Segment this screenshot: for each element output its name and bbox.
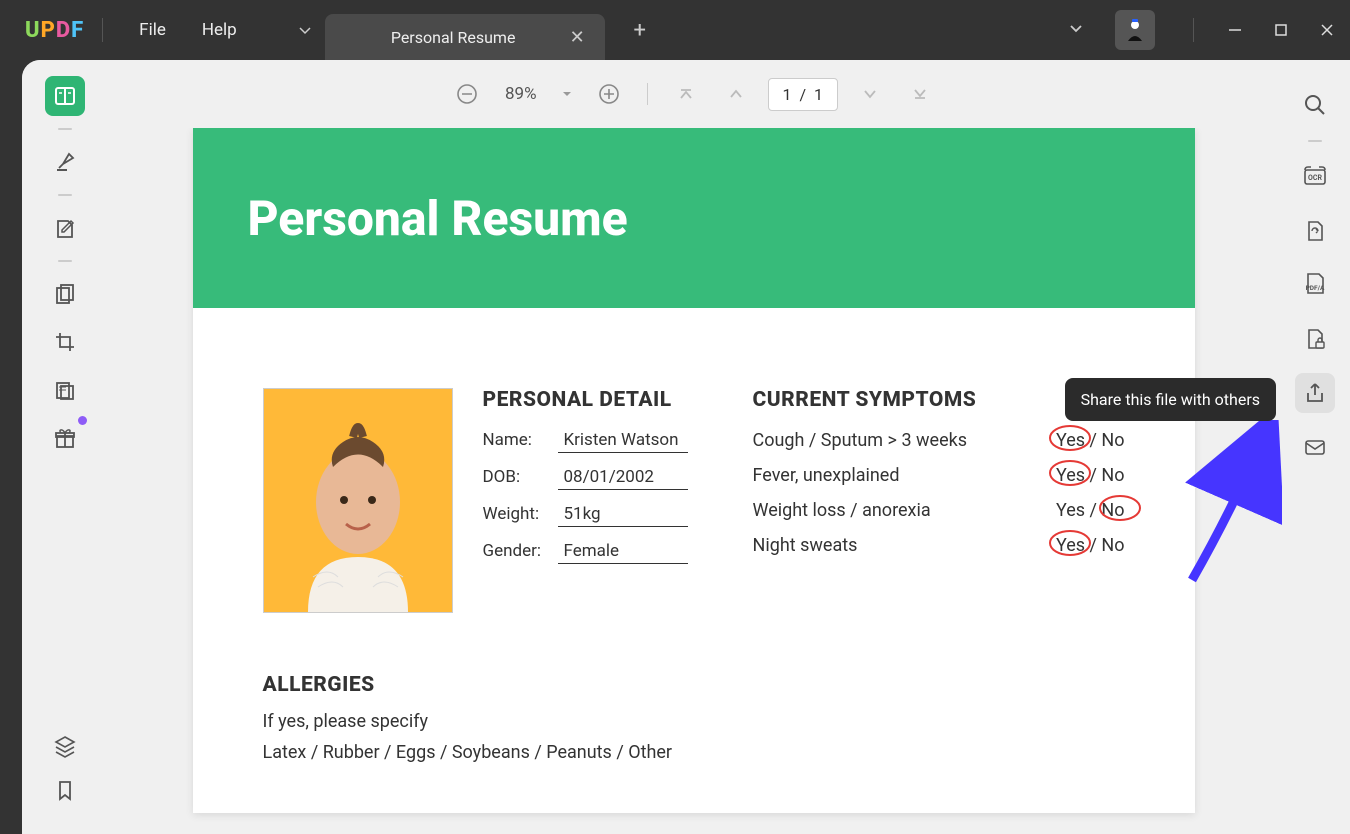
yes-no: Yes / No bbox=[1056, 430, 1125, 451]
separator bbox=[58, 128, 72, 130]
page-indicator[interactable]: 1 / 1 bbox=[768, 78, 838, 111]
first-page-button[interactable] bbox=[668, 76, 704, 112]
personal-detail-section: PERSONAL DETAIL Name:Kristen Watson DOB:… bbox=[483, 388, 723, 613]
reader-mode-button[interactable] bbox=[45, 76, 85, 116]
zoom-value: 89% bbox=[499, 84, 543, 104]
edit-button[interactable] bbox=[45, 208, 85, 248]
symptom-row: Fever, unexplainedYes / No bbox=[753, 465, 1125, 486]
name-label: Name: bbox=[483, 430, 558, 450]
symptom-row: Night sweatsYes / No bbox=[753, 535, 1125, 556]
svg-text:OCR: OCR bbox=[1308, 174, 1322, 182]
prev-page-button[interactable] bbox=[718, 76, 754, 112]
svg-text:PDF/A: PDF/A bbox=[1306, 284, 1325, 292]
ocr-button[interactable]: OCR bbox=[1295, 157, 1335, 197]
search-button[interactable] bbox=[1295, 85, 1335, 125]
share-tooltip: Share this file with others bbox=[1065, 378, 1276, 421]
window-minimize-icon[interactable] bbox=[1212, 10, 1258, 50]
separator bbox=[58, 260, 72, 262]
document-page: Personal Resume bbox=[193, 128, 1195, 813]
tab-menu-icon[interactable] bbox=[285, 10, 325, 50]
document-body: PERSONAL DETAIL Name:Kristen Watson DOB:… bbox=[193, 308, 1195, 813]
notification-dot bbox=[78, 416, 87, 425]
weight-label: Weight: bbox=[483, 504, 558, 524]
gender-label: Gender: bbox=[483, 541, 558, 561]
dob-value: 08/01/2002 bbox=[558, 467, 688, 490]
symptom-row: Cough / Sputum > 3 weeksYes / No bbox=[753, 430, 1125, 451]
tab-close-icon[interactable]: ✕ bbox=[566, 23, 589, 52]
menu-help[interactable]: Help bbox=[184, 14, 255, 46]
symptoms-section: CURRENT SYMPTOMS Cough / Sputum > 3 week… bbox=[753, 388, 1125, 613]
page-current: 1 bbox=[783, 85, 792, 104]
divider bbox=[1193, 18, 1194, 42]
new-tab-button[interactable]: + bbox=[620, 10, 660, 50]
convert-button[interactable] bbox=[1295, 211, 1335, 251]
document-scroll[interactable]: Personal Resume bbox=[107, 128, 1280, 834]
zoom-dropdown-icon[interactable] bbox=[557, 85, 577, 104]
layers-button[interactable] bbox=[45, 726, 85, 766]
bookmark-button[interactable] bbox=[45, 770, 85, 810]
zoom-out-button[interactable] bbox=[449, 76, 485, 112]
pdfa-button[interactable]: PDF/A bbox=[1295, 265, 1335, 305]
allergies-section: ALLERGIES If yes, please specify Latex /… bbox=[263, 673, 1125, 773]
tab-title: Personal Resume bbox=[341, 28, 566, 47]
titlebar: UPDF File Help Personal Resume ✕ + bbox=[0, 0, 1350, 60]
titlebar-right bbox=[1057, 9, 1350, 51]
organize-pages-button[interactable] bbox=[45, 274, 85, 314]
avatar[interactable] bbox=[1115, 10, 1155, 50]
share-button[interactable] bbox=[1295, 373, 1335, 413]
document-header: Personal Resume bbox=[193, 128, 1195, 308]
dob-label: DOB: bbox=[483, 467, 558, 487]
divider bbox=[102, 18, 103, 42]
email-button[interactable] bbox=[1295, 427, 1335, 467]
window-close-icon[interactable] bbox=[1304, 10, 1350, 50]
last-page-button[interactable] bbox=[902, 76, 938, 112]
sidebar-right: OCR PDF/A bbox=[1280, 60, 1350, 834]
section-heading: PERSONAL DETAIL bbox=[483, 388, 723, 412]
next-page-button[interactable] bbox=[852, 76, 888, 112]
zoom-in-button[interactable] bbox=[591, 76, 627, 112]
weight-value: 51kg bbox=[558, 504, 688, 527]
crop-button[interactable] bbox=[45, 322, 85, 362]
gift-button[interactable] bbox=[45, 418, 85, 458]
tab-strip: Personal Resume ✕ + bbox=[285, 0, 660, 60]
separator bbox=[58, 194, 72, 196]
page-sep: / bbox=[799, 85, 806, 104]
allergies-line1: If yes, please specify bbox=[263, 711, 1125, 732]
document-title: Personal Resume bbox=[248, 190, 628, 247]
separator bbox=[647, 83, 648, 105]
menu-file[interactable]: File bbox=[121, 14, 184, 46]
tab-active[interactable]: Personal Resume ✕ bbox=[325, 14, 605, 60]
top-toolbar: 89% 1 / 1 bbox=[107, 60, 1280, 128]
yes-no: Yes / No bbox=[1056, 535, 1125, 556]
window-maximize-icon[interactable] bbox=[1258, 10, 1304, 50]
section-heading: ALLERGIES bbox=[263, 673, 1125, 697]
document-area: 89% 1 / 1 Personal Resume bbox=[107, 60, 1280, 834]
allergies-line2: Latex / Rubber / Eggs / Soybeans / Peanu… bbox=[263, 742, 1125, 763]
separator bbox=[1308, 140, 1322, 142]
sidebar-bottom bbox=[45, 722, 85, 814]
workspace: 89% 1 / 1 Personal Resume bbox=[22, 60, 1350, 834]
protect-button[interactable] bbox=[1295, 319, 1335, 359]
yes-no: Yes / No bbox=[1056, 500, 1125, 521]
page-total: 1 bbox=[814, 85, 823, 104]
redact-button[interactable] bbox=[45, 370, 85, 410]
symptom-row: Weight loss / anorexiaYes / No bbox=[753, 500, 1125, 521]
yes-no: Yes / No bbox=[1056, 465, 1125, 486]
highlight-button[interactable] bbox=[45, 142, 85, 182]
sidebar-left bbox=[22, 60, 107, 834]
profile-photo bbox=[263, 388, 453, 613]
dropdown-icon[interactable] bbox=[1057, 9, 1095, 51]
name-value: Kristen Watson bbox=[558, 430, 688, 453]
app-logo: UPDF bbox=[25, 18, 84, 43]
gender-value: Female bbox=[558, 541, 688, 564]
